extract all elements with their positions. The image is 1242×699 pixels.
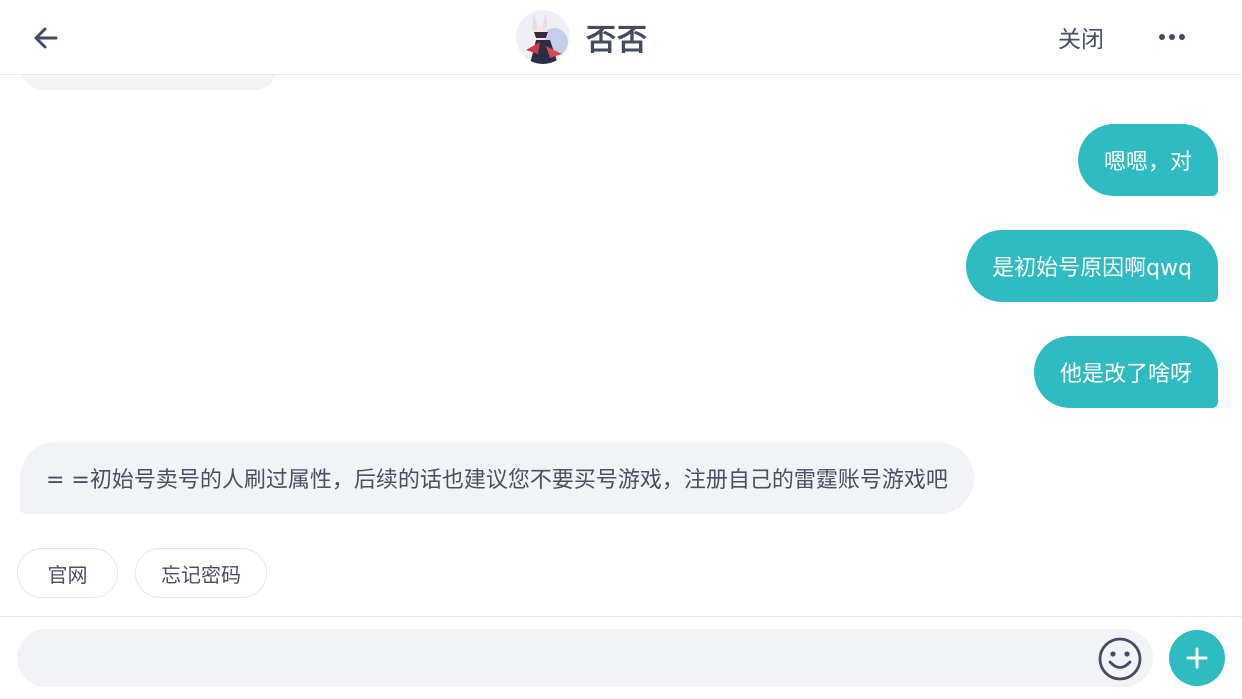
arrow-left-icon (34, 27, 58, 49)
message-bubble-outgoing: 是初始号原因啊qwq (966, 230, 1218, 302)
message-text: 嗯嗯，对 (1103, 150, 1192, 175)
quick-reply-label: 忘记密码 (161, 562, 241, 587)
plus-button[interactable] (1169, 630, 1225, 686)
message-bubble-outgoing: 嗯嗯，对 (1077, 124, 1218, 196)
close-button[interactable]: 关闭 (1058, 20, 1104, 54)
composer-bar (0, 616, 1242, 699)
quick-reply-label: 官网 (47, 562, 88, 587)
emoji-button[interactable] (1096, 635, 1144, 683)
back-button[interactable] (26, 18, 66, 58)
message-text: 他是改了啥呀 (1059, 362, 1192, 387)
emoji-smile-icon (1098, 637, 1142, 681)
chat-title-group: 否否 (516, 6, 648, 68)
message-bubble-outgoing: 他是改了啥呀 (1033, 336, 1218, 408)
chat-header: 否否 关闭 (0, 0, 1242, 75)
message-bubble-incoming: = =初始号卖号的人刷过属性，后续的话也建议您不要买号游戏，注册自己的雷霆账号游… (20, 442, 974, 514)
chat-title: 否否 (586, 23, 648, 58)
more-button[interactable] (1152, 22, 1192, 52)
message-text: 是初始号原因啊qwq (992, 256, 1192, 281)
more-horizontal-icon (1159, 34, 1185, 40)
avatar[interactable] (516, 10, 570, 64)
chat-app: 否否 关闭 嗯嗯，对 是初始号原因啊qwq 他是改了啥呀 = =初始号卖号的人刷… (0, 0, 1242, 699)
quick-reply-forgot-password[interactable]: 忘记密码 (135, 548, 267, 598)
plus-icon (1186, 647, 1208, 669)
quick-reply-official-site[interactable]: 官网 (17, 548, 118, 598)
message-text: = =初始号卖号的人刷过属性，后续的话也建议您不要买号游戏，注册自己的雷霆账号游… (46, 468, 948, 493)
message-input[interactable] (17, 629, 1153, 687)
